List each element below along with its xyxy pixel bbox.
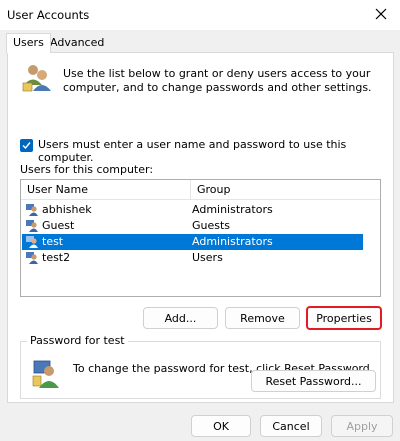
- close-button[interactable]: [368, 3, 394, 25]
- cell-group: Users: [192, 251, 223, 264]
- users-list-label: Users for this computer:: [20, 163, 154, 176]
- tab-advanced[interactable]: Advanced: [44, 34, 110, 52]
- users-listview[interactable]: User Name Group abhishek Administrators …: [20, 179, 381, 297]
- cancel-button[interactable]: Cancel: [260, 415, 322, 437]
- remove-button[interactable]: Remove: [225, 307, 300, 329]
- table-row[interactable]: Guest Guests: [22, 218, 363, 234]
- column-header-username[interactable]: User Name: [27, 183, 88, 196]
- table-row[interactable]: test Administrators: [22, 234, 363, 250]
- must-login-checkbox[interactable]: [20, 139, 33, 152]
- must-login-label-text: Users must enter a user name and passwor…: [38, 138, 347, 164]
- password-group: To change the password for test, click R…: [20, 341, 381, 399]
- cell-username: abhishek: [42, 203, 92, 216]
- cell-username: test: [42, 235, 64, 248]
- password-group-label: Password for test: [27, 334, 128, 347]
- title-bar: User Accounts: [0, 0, 400, 30]
- cell-username: test2: [42, 251, 71, 264]
- user-icon: [26, 204, 38, 216]
- users-icon: [20, 61, 54, 98]
- properties-button[interactable]: Properties: [306, 306, 382, 330]
- intro-text: Use the list below to grant or deny user…: [63, 67, 372, 94]
- user-key-icon: [32, 360, 59, 388]
- table-row[interactable]: test2 Users: [22, 250, 363, 266]
- user-icon: [26, 252, 38, 264]
- apply-button[interactable]: Apply: [331, 415, 393, 437]
- user-icon: [26, 236, 38, 248]
- column-header-group[interactable]: Group: [197, 183, 231, 196]
- add-button[interactable]: Add...: [143, 307, 218, 329]
- ok-button[interactable]: OK: [191, 415, 251, 437]
- reset-password-button[interactable]: Reset Password...: [251, 370, 376, 392]
- cell-username: Guest: [42, 219, 75, 232]
- checkmark-icon: [22, 142, 31, 150]
- must-login-label[interactable]: Users must enter a user name and passwor…: [38, 138, 393, 164]
- listview-header: User Name Group: [21, 180, 380, 200]
- dialog-client: Users Advanced Use the list below to gra…: [0, 30, 400, 441]
- cell-group: Administrators: [192, 203, 273, 216]
- table-row[interactable]: abhishek Administrators: [22, 202, 363, 218]
- users-tab-panel: Use the list below to grant or deny user…: [7, 52, 394, 403]
- cell-group: Administrators: [192, 235, 273, 248]
- tab-users[interactable]: Users: [6, 33, 51, 53]
- column-separator[interactable]: [190, 180, 191, 199]
- cell-group: Guests: [192, 219, 231, 232]
- window-title: User Accounts: [7, 8, 90, 22]
- close-icon: [375, 8, 387, 20]
- user-icon: [26, 220, 38, 232]
